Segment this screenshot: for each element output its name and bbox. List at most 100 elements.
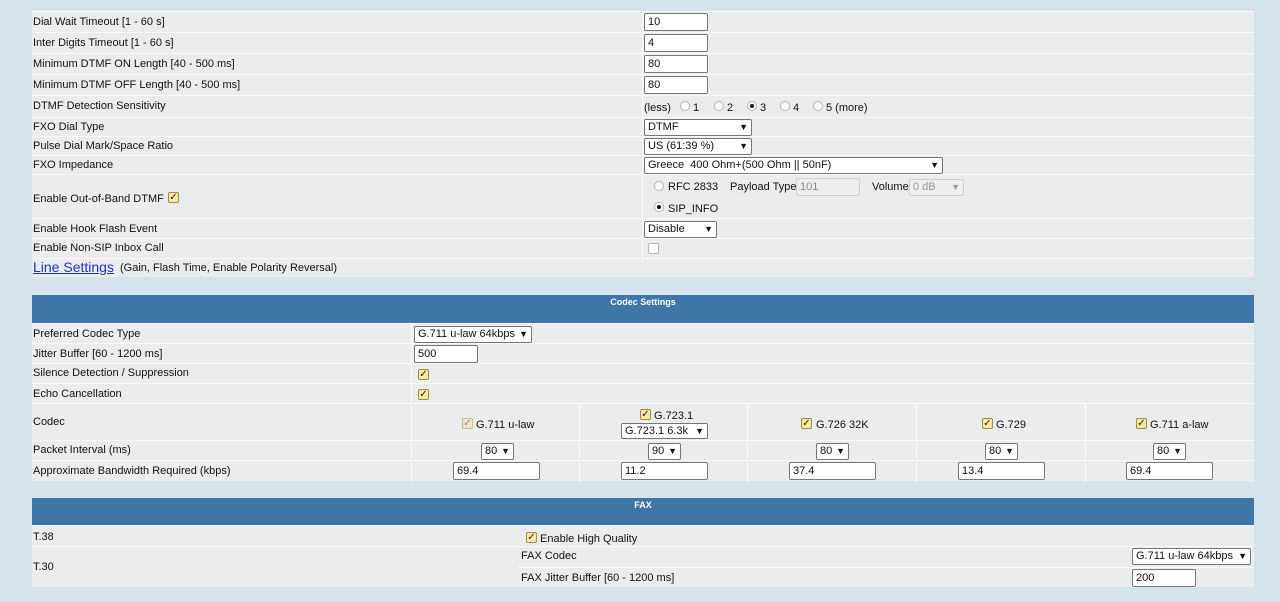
jitter-buffer-label: Jitter Buffer [60 - 1200 ms]: [33, 348, 163, 360]
sensitivity-less-label: (less): [644, 102, 671, 114]
codec-g7231-rate-select[interactable]: G.723.1 6.3k ▼: [621, 423, 708, 439]
sensitivity-radio-4[interactable]: [780, 101, 790, 111]
dial-wait-input[interactable]: [644, 13, 708, 31]
sensitivity-radio-3[interactable]: [747, 101, 757, 111]
codec-g7231-checkbox[interactable]: ✓: [640, 409, 651, 420]
min-off-row: Minimum DTMF OFF Length [40 - 500 ms]: [32, 74, 1254, 95]
rfc2833-radio[interactable]: [654, 181, 664, 191]
dial-type-select[interactable]: DTMF ▼: [644, 119, 752, 136]
inter-digits-label: Inter Digits Timeout [1 - 60 s]: [33, 37, 174, 49]
oob-dtmf-label: Enable Out-of-Band DTMF: [33, 193, 164, 205]
packet-g729-value: 80: [989, 445, 1002, 457]
packet-g711u-select[interactable]: 80 ▼: [481, 443, 514, 460]
impedance-select[interactable]: Greece 400 Ohm+(500 Ohm || 50nF) ▼: [644, 157, 943, 174]
checkmark-icon: ✓: [463, 418, 472, 429]
codec-label: Codec: [33, 416, 65, 428]
dial-type-value: DTMF: [648, 121, 679, 133]
non-sip-row: Enable Non-SIP Inbox Call: [32, 238, 1254, 258]
echo-label: Echo Cancellation: [33, 388, 122, 400]
codec-g729-checkbox[interactable]: ✓: [982, 418, 993, 429]
sensitivity-radio-2[interactable]: [714, 101, 724, 111]
bandwidth-g711u-input[interactable]: [453, 462, 540, 480]
hook-flash-select[interactable]: Disable ▼: [644, 221, 717, 238]
checkmark-icon: ✓: [802, 418, 811, 429]
pulse-ratio-row: Pulse Dial Mark/Space Ratio US (61:39 %)…: [32, 136, 1254, 155]
volume-value: 0 dB: [913, 181, 936, 193]
min-on-input[interactable]: [644, 55, 708, 73]
sip-info-radio[interactable]: [654, 202, 664, 212]
inter-digits-input[interactable]: [644, 34, 708, 52]
chevron-down-icon: ▼: [519, 329, 528, 339]
packet-interval-row: Packet Interval (ms) 80 ▼ 90 ▼ 80 ▼ 80 ▼…: [32, 440, 1254, 460]
rfc2833-label: RFC 2833: [668, 181, 719, 193]
chevron-down-icon: ▼: [1238, 551, 1247, 561]
preferred-codec-value: G.711 u-law 64kbps: [418, 328, 516, 340]
codec-g711u-label: G.711 u-law: [476, 419, 535, 431]
chevron-down-icon: ▼: [704, 224, 713, 234]
preferred-codec-select[interactable]: G.711 u-law 64kbps ▼: [414, 326, 532, 343]
packet-g7231-value: 90: [652, 445, 665, 457]
jitter-buffer-row: Jitter Buffer [60 - 1200 ms]: [32, 343, 1254, 363]
chevron-down-icon: ▼: [1173, 446, 1182, 456]
oob-dtmf-checkbox[interactable]: ✓: [168, 192, 179, 203]
sensitivity-option-3: 3: [760, 102, 767, 114]
bandwidth-g7231-input[interactable]: [621, 462, 708, 480]
fax-jitter-input[interactable]: [1132, 569, 1196, 587]
non-sip-label: Enable Non-SIP Inbox Call: [33, 242, 164, 254]
min-off-label: Minimum DTMF OFF Length [40 - 500 ms]: [33, 79, 241, 91]
min-off-input[interactable]: [644, 76, 708, 94]
pulse-ratio-select[interactable]: US (61:39 %) ▼: [644, 138, 752, 155]
high-quality-checkbox[interactable]: ✓: [526, 532, 537, 543]
sensitivity-row: DTMF Detection Sensitivity (less) 1 2 3 …: [32, 95, 1254, 117]
silence-checkbox[interactable]: ✓: [418, 369, 429, 380]
chevron-down-icon: ▼: [836, 446, 845, 456]
line-settings-note: (Gain, Flash Time, Enable Polarity Rever…: [120, 262, 338, 274]
checkmark-icon: ✓: [169, 192, 178, 203]
impedance-value: Greece 400 Ohm+(500 Ohm || 50nF): [648, 159, 832, 171]
codec-g711a-checkbox[interactable]: ✓: [1136, 418, 1147, 429]
packet-g711a-select[interactable]: 80 ▼: [1153, 443, 1186, 460]
fax-jitter-label: FAX Jitter Buffer [60 - 1200 ms]: [521, 572, 675, 584]
echo-checkbox[interactable]: ✓: [418, 389, 429, 400]
impedance-row: FXO Impedance Greece 400 Ohm+(500 Ohm ||…: [32, 155, 1254, 174]
hook-flash-row: Enable Hook Flash Event Disable ▼: [32, 218, 1254, 238]
t38-row: T.38 ✓ Enable High Quality: [32, 525, 1254, 546]
high-quality-label: Enable High Quality: [540, 533, 638, 545]
bandwidth-g726-input[interactable]: [789, 462, 876, 480]
line-settings-link[interactable]: Line Settings: [33, 259, 114, 275]
sensitivity-radio-1[interactable]: [680, 101, 690, 111]
preferred-codec-row: Preferred Codec Type G.711 u-law 64kbps …: [32, 323, 1254, 343]
volume-select[interactable]: 0 dB ▼: [909, 179, 964, 196]
bandwidth-g711a-input[interactable]: [1126, 462, 1213, 480]
chevron-down-icon: ▼: [501, 446, 510, 456]
volume-label: Volume: [872, 181, 909, 193]
packet-g7231-select[interactable]: 90 ▼: [648, 443, 681, 460]
codec-g726-checkbox[interactable]: ✓: [801, 418, 812, 429]
non-sip-checkbox[interactable]: [648, 243, 659, 254]
fax-title: FAX: [634, 500, 652, 510]
bandwidth-label: Approximate Bandwidth Required (kbps): [33, 465, 231, 477]
packet-g729-select[interactable]: 80 ▼: [985, 443, 1018, 460]
codec-g7231-label: G.723.1: [654, 410, 694, 422]
checkmark-icon: ✓: [641, 409, 650, 420]
jitter-buffer-input[interactable]: [414, 345, 478, 363]
packet-interval-label: Packet Interval (ms): [33, 444, 131, 456]
fxo-settings-panel: Dial Wait Timeout [1 - 60 s] Inter Digit…: [32, 11, 1254, 277]
packet-g726-select[interactable]: 80 ▼: [816, 443, 849, 460]
fax-jitter-subrow: FAX Jitter Buffer [60 - 1200 ms]: [519, 567, 1254, 588]
packet-g711a-value: 80: [1157, 445, 1170, 457]
codec-row: Codec ✓ G.711 u-law ✓ G.723.1 G.723.1 6.…: [32, 403, 1254, 482]
sensitivity-radio-5[interactable]: [813, 101, 823, 111]
sensitivity-option-5: 5 (more): [826, 102, 868, 114]
codec-g711u-checkbox[interactable]: ✓: [462, 418, 473, 429]
oob-dtmf-row: Enable Out-of-Band DTMF ✓ RFC 2833 Paylo…: [32, 174, 1254, 218]
checkmark-icon: ✓: [419, 369, 428, 380]
codec-settings-header: Codec Settings: [32, 295, 1254, 323]
fax-codec-select[interactable]: G.711 u-law 64kbps ▼: [1132, 548, 1251, 565]
min-on-row: Minimum DTMF ON Length [40 - 500 ms]: [32, 53, 1254, 74]
bandwidth-g729-input[interactable]: [958, 462, 1045, 480]
payload-type-input[interactable]: [796, 178, 860, 196]
checkmark-icon: ✓: [527, 532, 536, 543]
chevron-down-icon: ▼: [739, 141, 748, 151]
preferred-codec-label: Preferred Codec Type: [33, 328, 141, 340]
